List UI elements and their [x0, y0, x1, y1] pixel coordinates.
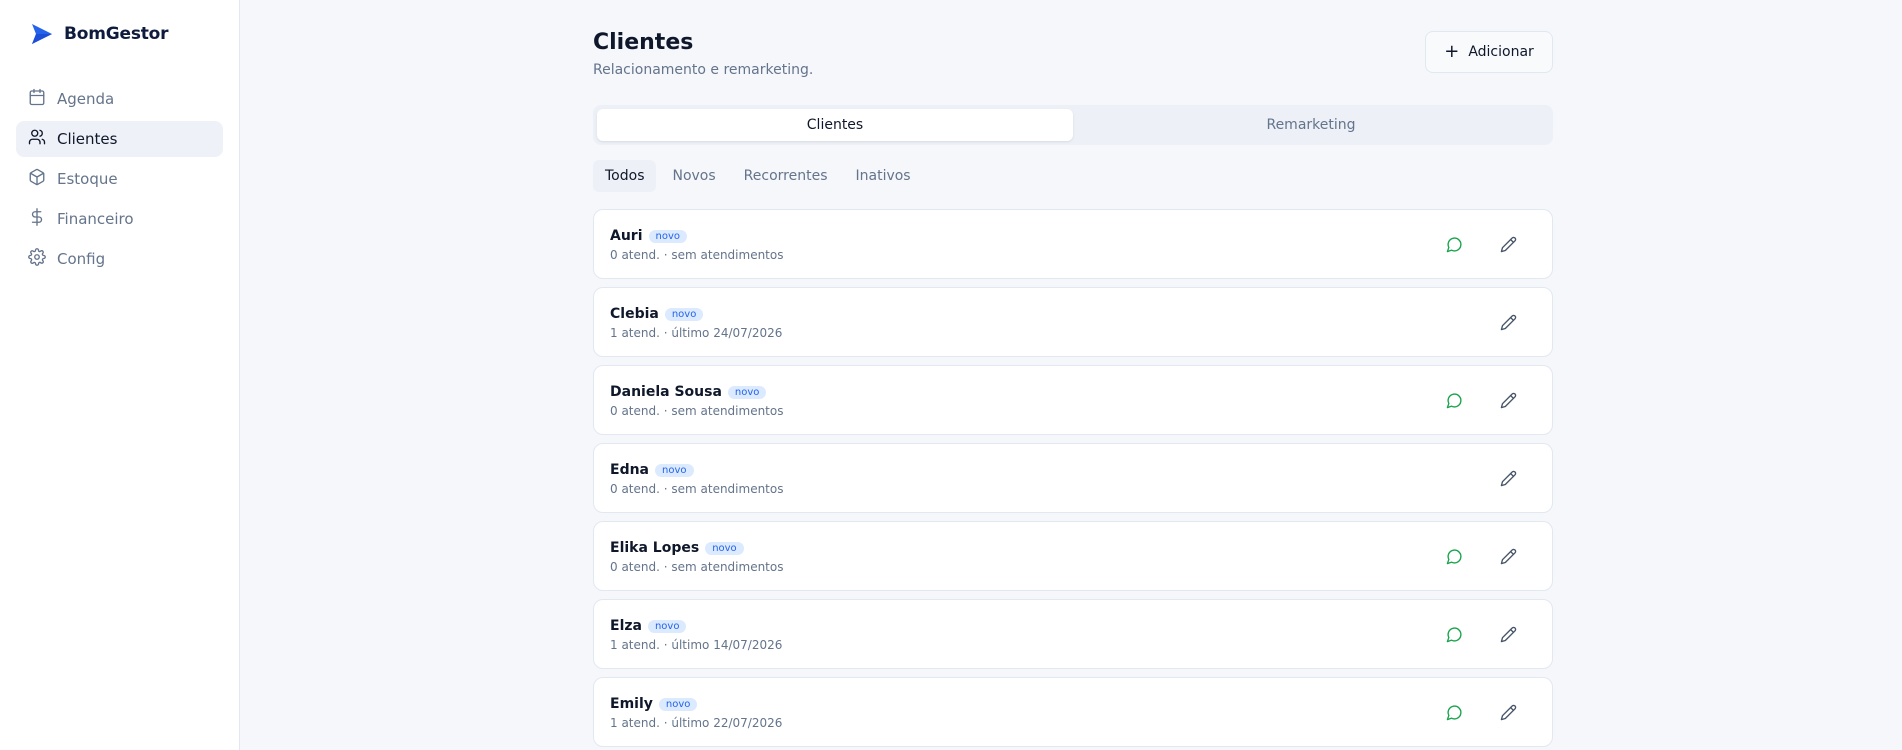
brand[interactable]: BomGestor: [30, 22, 169, 46]
sidebar-item-estoque[interactable]: Estoque: [16, 161, 223, 197]
whatsapp-message-icon[interactable]: [1443, 389, 1465, 411]
new-badge: novo: [655, 463, 694, 477]
client-name-line: Clebia novo: [610, 306, 704, 322]
client-meta: 0 atend. · sem atendimentos: [610, 482, 784, 496]
client-name: Clebia: [610, 306, 659, 322]
client-name-line: Elza novo: [610, 618, 687, 634]
tab-remarketing[interactable]: Remarketing: [1073, 109, 1549, 141]
sidebar-item-label: Config: [57, 250, 106, 268]
page-title: Clientes: [593, 30, 694, 55]
sidebar-item-clientes[interactable]: Clientes: [16, 121, 223, 157]
pencil-edit-icon[interactable]: [1497, 389, 1519, 411]
client-name-line: Auri novo: [610, 228, 688, 244]
client-meta: 0 atend. · sem atendimentos: [610, 248, 784, 262]
new-badge: novo: [647, 619, 687, 633]
client-name: Auri: [610, 228, 643, 244]
client-row[interactable]: Elza novo 1 atend. · último 14/07/2026: [593, 599, 1553, 669]
client-name-line: Edna novo: [610, 462, 694, 478]
brand-name: BomGestor: [64, 24, 169, 44]
pencil-edit-icon[interactable]: [1497, 467, 1519, 489]
pencil-edit-icon[interactable]: [1497, 233, 1519, 255]
client-list: Auri novo 0 atend. · sem atendimentos Cl…: [593, 209, 1553, 750]
new-badge: novo: [705, 541, 744, 555]
tab-clientes[interactable]: Clientes: [597, 109, 1073, 141]
page-subtitle: Relacionamento e remarketing.: [593, 62, 814, 78]
sidebar: BomGestor Agenda Clientes Estoque Financ…: [0, 0, 240, 750]
dollar-icon: [28, 208, 46, 230]
client-meta: 1 atend. · último 22/07/2026: [610, 716, 783, 730]
client-name-line: Daniela Sousa novo: [610, 384, 767, 400]
filter-tabs: Todos Novos Recorrentes Inativos: [593, 160, 927, 192]
sidebar-item-financeiro[interactable]: Financeiro: [16, 201, 223, 237]
filter-inativos[interactable]: Inativos: [844, 160, 923, 192]
client-name: Elika Lopes: [610, 540, 700, 556]
filter-recorrentes[interactable]: Recorrentes: [732, 160, 840, 192]
client-row[interactable]: Auri novo 0 atend. · sem atendimentos: [593, 209, 1553, 279]
client-row[interactable]: Edna novo 0 atend. · sem atendimentos: [593, 443, 1553, 513]
client-meta: 1 atend. · último 24/07/2026: [610, 326, 783, 340]
client-name-line: Emily novo: [610, 696, 698, 712]
new-badge: novo: [664, 307, 704, 321]
whatsapp-message-icon[interactable]: [1443, 233, 1465, 255]
new-badge: novo: [727, 385, 767, 399]
whatsapp-message-icon[interactable]: [1443, 701, 1465, 723]
client-row[interactable]: Clebia novo 1 atend. · último 24/07/2026: [593, 287, 1553, 357]
client-meta: 1 atend. · último 14/07/2026: [610, 638, 783, 652]
sidebar-nav: Agenda Clientes Estoque Financeiro Confi…: [16, 81, 223, 281]
client-name: Edna: [610, 462, 649, 478]
filter-novos[interactable]: Novos: [660, 160, 727, 192]
new-badge: novo: [658, 697, 698, 711]
plus-icon: +: [1444, 41, 1460, 62]
add-button-label: Adicionar: [1468, 44, 1534, 60]
pencil-edit-icon[interactable]: [1497, 311, 1519, 333]
whatsapp-message-icon[interactable]: [1443, 545, 1465, 567]
add-client-button[interactable]: + Adicionar: [1425, 31, 1553, 73]
sidebar-item-config[interactable]: Config: [16, 241, 223, 277]
pencil-edit-icon[interactable]: [1497, 545, 1519, 567]
box-icon: [28, 168, 46, 190]
client-row[interactable]: Elika Lopes novo 0 atend. · sem atendime…: [593, 521, 1553, 591]
users-icon: [28, 128, 46, 150]
sidebar-item-agenda[interactable]: Agenda: [16, 81, 223, 117]
client-name: Elza: [610, 618, 642, 634]
sidebar-item-label: Agenda: [57, 90, 115, 108]
client-name: Daniela Sousa: [610, 384, 722, 400]
whatsapp-message-icon[interactable]: [1443, 623, 1465, 645]
client-meta: 0 atend. · sem atendimentos: [610, 404, 784, 418]
sidebar-item-label: Financeiro: [57, 210, 134, 228]
paper-plane-logo-icon: [30, 22, 54, 46]
gear-icon: [28, 248, 46, 270]
view-tabs: Clientes Remarketing: [593, 105, 1553, 145]
pencil-edit-icon[interactable]: [1497, 623, 1519, 645]
calendar-icon: [28, 88, 46, 110]
filter-todos[interactable]: Todos: [593, 160, 657, 192]
new-badge: novo: [648, 229, 688, 243]
sidebar-item-label: Clientes: [57, 130, 118, 148]
client-name-line: Elika Lopes novo: [610, 540, 744, 556]
client-meta: 0 atend. · sem atendimentos: [610, 560, 784, 574]
client-name: Emily: [610, 696, 653, 712]
pencil-edit-icon[interactable]: [1497, 701, 1519, 723]
client-row[interactable]: Emily novo 1 atend. · último 22/07/2026: [593, 677, 1553, 747]
sidebar-item-label: Estoque: [57, 170, 118, 188]
client-row[interactable]: Daniela Sousa novo 0 atend. · sem atendi…: [593, 365, 1553, 435]
